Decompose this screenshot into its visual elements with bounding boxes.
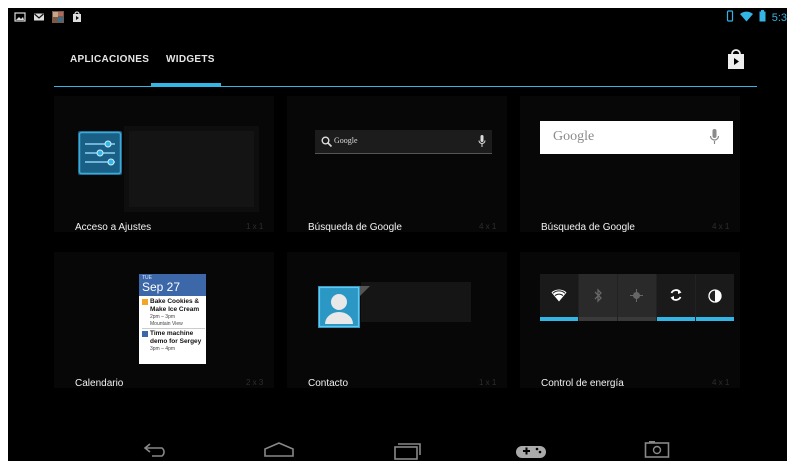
widget-label: Búsqueda de Google	[308, 222, 402, 233]
sync-icon	[670, 289, 682, 301]
wifi-icon	[551, 289, 567, 302]
brightness-on-indicator	[696, 317, 734, 321]
search-bar-google-text: Google	[334, 136, 358, 145]
shopping-bag-icon	[728, 49, 744, 69]
power-control-bar	[540, 274, 734, 321]
widget-google-search-small[interactable]: Google Búsqueda de Google 4 x 1	[287, 96, 517, 246]
search-icon	[321, 136, 332, 147]
widget-calendar[interactable]: TUE Sep 27 Bake Cookies & Make Ice Cream…	[54, 252, 284, 402]
calendar-header: TUE Sep 27	[139, 274, 206, 296]
screenshot-icon[interactable]	[644, 440, 670, 458]
event-title: Bake Cookies & Make Ice Cream	[150, 298, 200, 313]
settings-sliders-icon	[78, 131, 122, 175]
clock: 5:3	[771, 11, 787, 24]
microphone-icon	[478, 135, 486, 147]
vibrate-icon	[726, 10, 734, 25]
widget-preview-bg	[520, 96, 740, 232]
tab-bar: APLICACIONES WIDGETS	[54, 44, 757, 88]
event-color-swatch	[142, 331, 148, 337]
wifi-on-indicator	[540, 317, 578, 321]
games-icon[interactable]	[516, 440, 546, 458]
microphone-icon	[709, 129, 720, 144]
gps-icon	[630, 289, 643, 302]
play-store-button[interactable]	[727, 48, 745, 70]
widget-google-search-large[interactable]: Google Búsqueda de Google 4 x 1	[520, 96, 750, 246]
contact-avatar-icon	[318, 286, 360, 328]
bluetooth-off-indicator	[579, 317, 617, 321]
photo-thumbnail-icon	[52, 10, 64, 23]
event-title: Time machine demo for Sergey	[150, 330, 202, 345]
widget-label: Contacto	[308, 378, 349, 389]
search-bar-google-text: Google	[553, 129, 595, 144]
widget-label: Calendario	[75, 378, 124, 389]
widget-size: 4 x 1	[712, 378, 730, 387]
event-time: 3pm – 4pm	[150, 346, 176, 352]
contact-widget-shadow	[361, 282, 471, 322]
tab-divider	[54, 86, 757, 87]
status-bar: 5:3	[8, 8, 787, 26]
widget-size: 4 x 1	[479, 222, 497, 231]
widget-label: Acceso a Ajustes	[75, 222, 152, 233]
search-bar-light: Google	[540, 121, 733, 154]
home-icon[interactable]	[263, 440, 295, 458]
bluetooth-icon	[594, 288, 602, 303]
wifi-icon	[739, 11, 753, 25]
widget-contact[interactable]: Contacto 1 x 1	[287, 252, 517, 402]
event-color-swatch	[142, 299, 148, 305]
launcher-screen: 5:3 APLICACIONES WIDGETS Acceso a Ajuste…	[8, 8, 787, 461]
widget-size: 2 x 3	[246, 378, 264, 387]
widget-settings-shortcut[interactable]: Acceso a Ajustes 1 x 1	[54, 96, 284, 246]
widget-label: Búsqueda de Google	[541, 222, 635, 233]
sync-on-indicator	[657, 317, 695, 321]
tab-apps[interactable]: APLICACIONES	[70, 54, 149, 65]
play-store-notification-icon	[71, 10, 83, 22]
contact-badge-corner-icon	[360, 286, 370, 296]
event-place: Mountain View	[150, 321, 183, 327]
gps-off-indicator	[618, 317, 656, 321]
widget-preview-bg	[287, 96, 507, 232]
battery-icon	[759, 10, 766, 25]
calendar-date: Sep 27	[142, 280, 181, 294]
navigation-bar	[8, 438, 787, 461]
back-icon[interactable]	[142, 440, 170, 458]
event-time: 2pm – 3pm	[150, 314, 176, 320]
settings-widget-shadow	[124, 126, 259, 212]
gallery-icon	[14, 10, 26, 22]
recent-apps-icon[interactable]	[393, 440, 421, 460]
widget-power-control[interactable]: Control de energía 4 x 1	[520, 252, 750, 402]
widget-size: 1 x 1	[479, 378, 497, 387]
gmail-icon	[33, 10, 45, 22]
calendar-preview: TUE Sep 27 Bake Cookies & Make Ice Cream…	[139, 274, 206, 364]
search-bar-dark: Google	[315, 130, 492, 154]
brightness-icon	[708, 289, 722, 303]
widget-size: 1 x 1	[246, 222, 264, 231]
widget-label: Control de energía	[541, 378, 624, 389]
widget-size: 4 x 1	[712, 222, 730, 231]
event-divider	[142, 328, 205, 329]
tab-widgets[interactable]: WIDGETS	[166, 54, 215, 65]
